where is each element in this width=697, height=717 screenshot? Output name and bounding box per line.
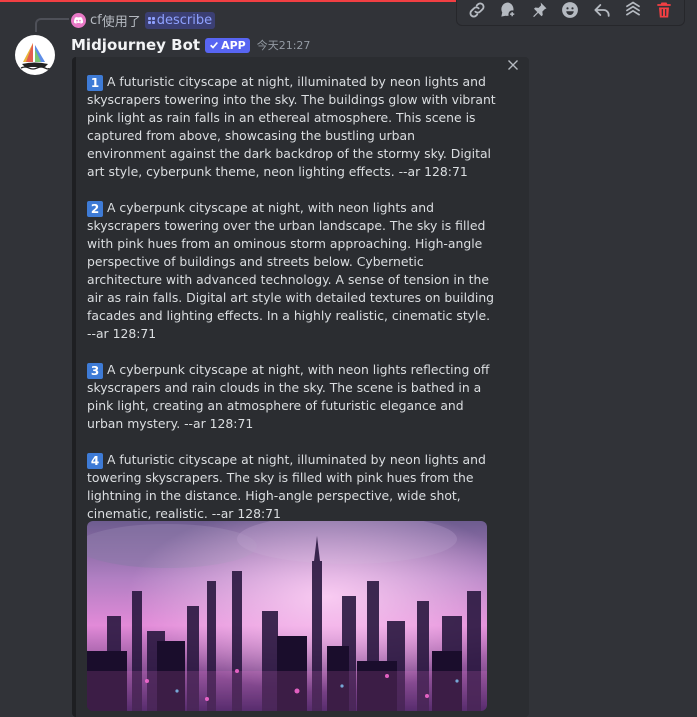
prompt-text: A futuristic cityscape at night, illumin… bbox=[87, 74, 496, 179]
number-badge: 2 bbox=[87, 201, 103, 217]
delete-button[interactable] bbox=[652, 0, 676, 22]
cyberpunk-city-image bbox=[87, 521, 487, 711]
prompt-list: 1A futuristic cityscape at night, illumi… bbox=[87, 73, 497, 541]
discord-user-icon bbox=[71, 12, 86, 28]
app-badge: APP bbox=[205, 37, 250, 53]
apps-button[interactable] bbox=[621, 0, 645, 22]
dismiss-embed-button[interactable] bbox=[505, 57, 521, 73]
prompt-text: A cyberpunk cityscape at night, with neo… bbox=[87, 200, 495, 341]
reply-button[interactable] bbox=[590, 0, 614, 22]
timestamp[interactable]: 今天21:27 bbox=[257, 37, 311, 53]
prompt-item-2: 2A cyberpunk cityscape at night, with ne… bbox=[87, 199, 497, 343]
prompt-item-4: 4A futuristic cityscape at night, illumi… bbox=[87, 451, 497, 523]
prompt-text: A cyberpunk cityscape at night, with neo… bbox=[87, 362, 490, 431]
link-icon bbox=[469, 2, 485, 18]
pin-icon bbox=[533, 2, 547, 18]
midjourney-sailboat-icon bbox=[20, 43, 50, 70]
close-icon bbox=[508, 60, 518, 70]
reply-spine bbox=[35, 18, 69, 32]
command-name: describe bbox=[156, 12, 213, 28]
attached-image[interactable] bbox=[87, 521, 487, 711]
new-message-divider bbox=[0, 0, 460, 2]
prompt-item-3: 3A cyberpunk cityscape at night, with ne… bbox=[87, 361, 497, 433]
reply-username[interactable]: cf bbox=[90, 13, 102, 28]
pin-button[interactable] bbox=[527, 0, 551, 22]
emoji-icon bbox=[562, 2, 579, 18]
add-reaction-button[interactable] bbox=[558, 0, 582, 22]
username[interactable]: Midjourney Bot bbox=[71, 36, 200, 54]
reply-icon bbox=[594, 4, 610, 17]
command-icon bbox=[147, 16, 155, 24]
reply-preview[interactable]: cf 使用了 describe bbox=[71, 11, 216, 30]
create-thread-button[interactable] bbox=[496, 0, 520, 22]
copy-link-button[interactable] bbox=[465, 0, 489, 22]
number-badge: 3 bbox=[87, 363, 103, 379]
prompt-item-1: 1A futuristic cityscape at night, illumi… bbox=[87, 73, 497, 181]
command-chip[interactable]: describe bbox=[144, 11, 216, 29]
delete-icon bbox=[657, 2, 671, 18]
message-toolbar bbox=[456, 0, 685, 26]
number-badge: 1 bbox=[87, 75, 103, 91]
verified-check-icon bbox=[210, 41, 219, 49]
avatar[interactable] bbox=[15, 35, 55, 75]
reply-action: 使用了 bbox=[101, 14, 141, 30]
number-badge: 4 bbox=[87, 453, 103, 469]
thread-icon bbox=[501, 2, 516, 18]
prompt-text: A futuristic cityscape at night, illumin… bbox=[87, 452, 486, 521]
app-badge-label: APP bbox=[221, 38, 246, 52]
apps-icon bbox=[625, 1, 641, 16]
message-header: Midjourney Bot APP 今天21:27 bbox=[71, 34, 310, 56]
